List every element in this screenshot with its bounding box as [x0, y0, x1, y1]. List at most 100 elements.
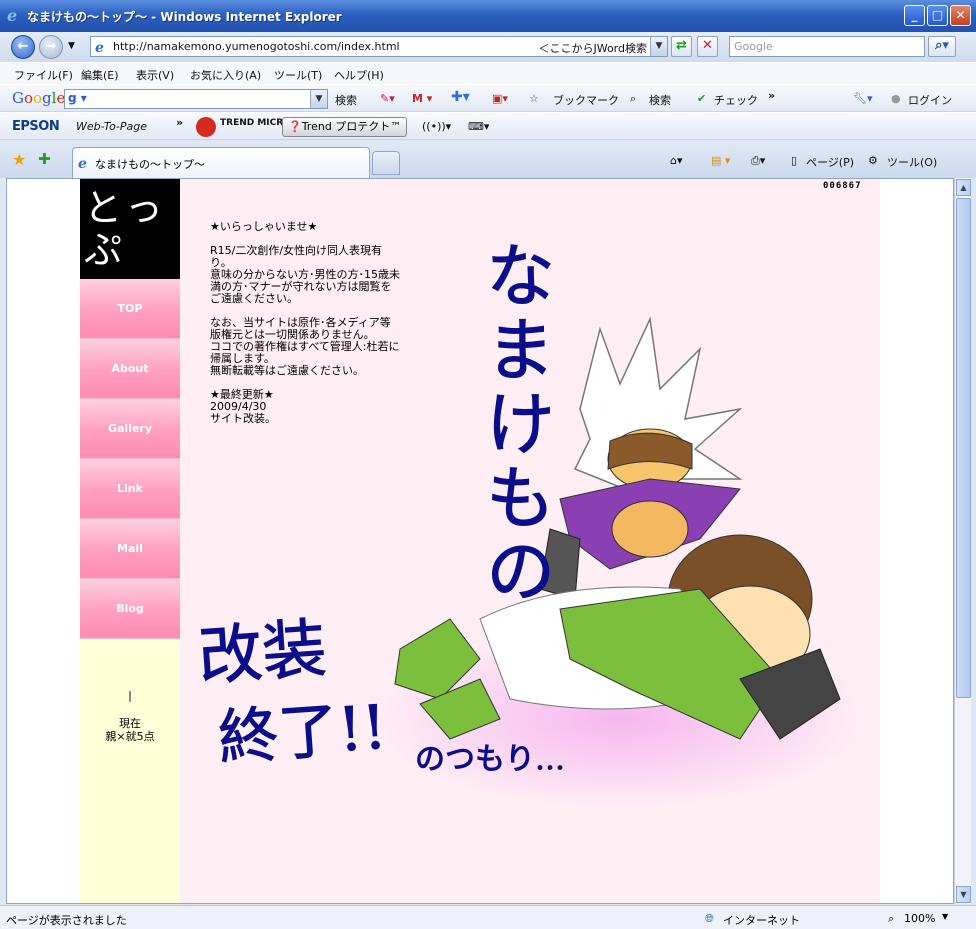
bookmark-star-icon[interactable]: ☆	[529, 92, 539, 105]
status-text: ページが表示されました	[6, 914, 127, 927]
forward-button[interactable]: →	[39, 35, 63, 59]
svg-text:e: e	[95, 40, 104, 54]
google-search-button[interactable]: 検索	[335, 92, 357, 108]
menu-file[interactable]: ファイル(F)	[14, 67, 73, 83]
menu-help[interactable]: ヘルプ(H)	[334, 67, 384, 83]
menu-bar: ファイル(F) 編集(E) 表示(V) お気に入り(A) ツール(T) ヘルプ(…	[0, 62, 976, 84]
news-icon[interactable]: ✎▾	[380, 92, 395, 105]
rss-radio-icon[interactable]: ((•))▾	[422, 120, 451, 133]
google-g-icon: g ▾	[68, 91, 87, 105]
status-bar: ページが表示されました 🌐︎ インターネット ⌕ 100% ▼	[0, 905, 976, 929]
url-text[interactable]: http://namakemono.yumenogotoshi.com/inde…	[113, 40, 400, 53]
check-button[interactable]: チェック	[714, 92, 758, 108]
search-input[interactable]: Google	[729, 36, 925, 57]
address-bar[interactable]: e http://namakemono.yumenogotoshi.com/in…	[90, 36, 668, 57]
add-plus-icon[interactable]: ✚▾	[451, 89, 470, 105]
art-scribble-2: 終了!!	[216, 692, 389, 774]
window-title: なまけもの〜トップ〜 - Windows Internet Explorer	[27, 10, 342, 24]
side-note-1: 現在	[119, 717, 141, 730]
forward-arrow-icon: →	[45, 39, 57, 54]
stop-icon: ✕	[702, 38, 713, 53]
bookmarks-button[interactable]: ブックマーク	[553, 92, 619, 108]
google-logo[interactable]: Google	[12, 89, 65, 107]
refresh-icon: ⇄	[676, 38, 687, 53]
maximize-button[interactable]: □	[927, 5, 948, 26]
more-chevron-icon[interactable]: »	[768, 89, 775, 102]
svg-text:e: e	[7, 7, 17, 23]
epson-toolbar: EPSON Web-To-Page » TREND MICRO ❓Trend プ…	[0, 112, 976, 140]
page-menu-icon: ▯	[791, 154, 798, 167]
menu-tools[interactable]: ツール(T)	[274, 67, 322, 83]
title-bar: e なまけもの〜トップ〜 - Windows Internet Explorer…	[0, 0, 976, 32]
login-button[interactable]: ログイン	[908, 92, 952, 108]
web-to-page-button[interactable]: Web-To-Page	[76, 120, 147, 133]
search-icon: ⌕▾	[935, 38, 949, 53]
scroll-thumb[interactable]	[956, 198, 971, 698]
tab-page-icon: e	[78, 156, 87, 170]
art-scribble-3: のつもり…	[415, 742, 565, 777]
browser-window: e なまけもの〜トップ〜 - Windows Internet Explorer…	[0, 0, 976, 929]
trend-protect-label: Trend プロテクト™	[301, 120, 402, 133]
svg-text:e: e	[78, 156, 87, 170]
scroll-down-icon[interactable]: ▼	[956, 886, 971, 903]
back-button[interactable]: ←	[11, 35, 35, 59]
search-button[interactable]: ⌕▾	[928, 36, 956, 57]
history-dropdown-icon[interactable]: ▼	[68, 41, 75, 51]
new-tab-button[interactable]	[372, 151, 400, 175]
gmail-icon[interactable]: M ▾	[412, 92, 432, 105]
site-main: 006867 ★いらっしゃいませ★ R15/二次創作/女性向け同人表現有り。 意…	[180, 179, 880, 903]
epson-logo: EPSON	[12, 119, 60, 134]
favorites-star-icon[interactable]: ★	[12, 150, 26, 169]
zoom-magnifier-icon: ⌕	[888, 912, 895, 925]
stop-button[interactable]: ✕	[697, 36, 718, 57]
search-magnifier-icon[interactable]: ⌕	[630, 92, 636, 106]
refresh-button[interactable]: ⇄	[671, 36, 692, 57]
trend-micro-label[interactable]: TREND MICRO	[220, 119, 291, 128]
wrench-icon[interactable]: 🔧︎▾	[853, 92, 873, 105]
zoom-level[interactable]: 100%	[904, 912, 935, 925]
tools-menu[interactable]: ツール(O)	[887, 154, 937, 170]
site-logo-text: とっぷ	[84, 186, 167, 272]
nav-top[interactable]: TOP	[80, 279, 180, 339]
security-zone[interactable]: インターネット	[723, 912, 800, 928]
menu-edit[interactable]: 編集(E)	[81, 67, 119, 83]
vertical-scrollbar[interactable]: ▲ ▼	[954, 178, 971, 904]
address-dropdown-icon[interactable]: ▼	[650, 37, 667, 56]
tab-active[interactable]: e なまけもの〜トップ〜	[72, 147, 370, 178]
google-search-input[interactable]: g ▾ ▼	[64, 89, 328, 109]
page-menu[interactable]: ページ(P)	[806, 154, 854, 170]
nav-gallery[interactable]: Gallery	[80, 399, 180, 459]
home-icon[interactable]: ⌂▾	[670, 154, 683, 167]
menu-view[interactable]: 表示(V)	[136, 67, 174, 83]
scroll-up-icon[interactable]: ▲	[956, 179, 971, 196]
login-circle-icon: ●	[891, 92, 901, 105]
nav-link[interactable]: Link	[80, 459, 180, 519]
trend-micro-logo-icon	[196, 117, 216, 137]
add-favorites-icon[interactable]: ✚	[38, 150, 51, 168]
illustration: なまけもの 改装 終了!! のつもり…	[195, 239, 870, 809]
tab-row: ★ ✚ e なまけもの〜トップ〜 ⌂▾ ▤ ▾ ⎙▾ ▯ ページ(P) ⚙ ツー…	[0, 144, 976, 178]
tab-title: なまけもの〜トップ〜	[95, 158, 205, 171]
google-search2-button[interactable]: 検索	[649, 92, 671, 108]
nav-blog[interactable]: Blog	[80, 579, 180, 639]
ie-logo-icon: e	[7, 7, 17, 23]
minimize-button[interactable]: _	[904, 5, 925, 26]
google-toolbar: Google g ▾ ▼ 検索 ✎▾ M ▾ ✚▾ ▣▾ ☆ ブックマーク ⌕ …	[0, 84, 976, 112]
nav-mail[interactable]: Mail	[80, 519, 180, 579]
nav-about[interactable]: About	[80, 339, 180, 399]
google-dropdown-icon[interactable]: ▼	[310, 90, 327, 108]
feeds-icon[interactable]: ▤ ▾	[711, 154, 730, 167]
site-logo[interactable]: とっぷ	[80, 179, 180, 279]
close-button[interactable]: ✕	[950, 5, 971, 26]
question-icon: ❓	[288, 120, 302, 133]
address-row: ← → ▼ e http://namakemono.yumenogotoshi.…	[0, 32, 976, 62]
trend-protect-button[interactable]: ❓Trend プロテクト™	[282, 117, 408, 137]
menu-favorites[interactable]: お気に入り(A)	[190, 67, 261, 83]
popup-blocker-icon[interactable]: ▣▾	[492, 92, 508, 105]
jword-hint: ＜ここからJWord検索	[538, 42, 647, 55]
zoom-dropdown-icon[interactable]: ▼	[942, 912, 948, 921]
spellcheck-icon[interactable]: ✔	[697, 92, 706, 105]
keyboard-icon[interactable]: ⌨▾	[468, 120, 489, 133]
more-chevron-icon[interactable]: »	[176, 116, 183, 129]
print-icon[interactable]: ⎙▾	[751, 154, 765, 168]
